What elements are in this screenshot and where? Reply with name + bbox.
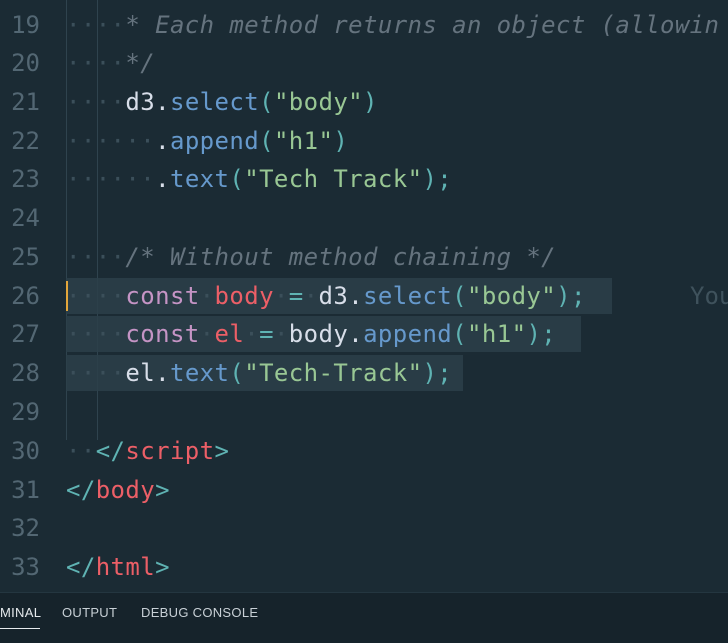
- code-line-27[interactable]: 27 ····const·el·=·body.append("h1");: [0, 315, 728, 353]
- line-number: 32: [11, 514, 40, 542]
- line-number: 28: [11, 359, 40, 387]
- comment-text: /* Without method chaining */: [125, 243, 557, 271]
- line-number: 25: [11, 243, 40, 271]
- code-token: .: [155, 88, 170, 116]
- code-editor[interactable]: 19 ····* Each method returns an object (…: [0, 0, 728, 592]
- code-token: body: [95, 476, 156, 504]
- code-token: body: [288, 320, 349, 348]
- line-number: 19: [11, 11, 40, 39]
- code-token: >: [155, 553, 170, 581]
- code-token: html: [95, 553, 156, 581]
- code-line-33[interactable]: 33 </html>: [0, 548, 728, 586]
- code-line-21[interactable]: 21 ····d3.select("body"): [0, 83, 728, 121]
- code-token: (: [259, 127, 274, 155]
- code-token: .: [348, 320, 364, 348]
- code-token: body: [214, 282, 274, 310]
- code-token: append: [363, 320, 453, 348]
- code-token: d3: [318, 282, 349, 310]
- line-number: 24: [11, 204, 40, 232]
- code-token: );: [422, 165, 453, 193]
- code-token: select: [169, 88, 260, 116]
- code-token: "Tech-Track": [244, 359, 423, 387]
- code-line-28[interactable]: 28 ····el.text("Tech-Track");: [0, 354, 728, 392]
- code-token: ): [363, 88, 378, 116]
- code-line-26[interactable]: 26 ····const·body·=·d3.select("body"); Y…: [0, 277, 728, 315]
- code-token: .: [155, 127, 170, 155]
- code-token: (: [229, 165, 245, 193]
- comment-text: */: [125, 49, 156, 77]
- code-token: </: [66, 476, 96, 504]
- code-line-32[interactable]: 32: [0, 509, 728, 547]
- code-line-22[interactable]: 22 ······.append("h1"): [0, 122, 728, 160]
- code-token: </: [95, 437, 126, 465]
- code-token: script: [125, 437, 215, 465]
- line-number: 23: [11, 165, 40, 193]
- line-number: 20: [11, 49, 40, 77]
- code-line-19[interactable]: 19 ····* Each method returns an object (…: [0, 6, 728, 44]
- line-number: 27: [11, 320, 40, 348]
- line-number: 29: [11, 398, 40, 426]
- code-token: ): [333, 127, 349, 155]
- code-token: "h1": [273, 127, 334, 155]
- code-token: </: [66, 553, 96, 581]
- code-token: text: [169, 359, 230, 387]
- code-token: );: [422, 359, 453, 387]
- code-token: append: [169, 127, 260, 155]
- code-token: "h1": [467, 320, 527, 348]
- code-token: "Tech Track": [244, 165, 423, 193]
- tab-debug-console[interactable]: DEBUG CONSOLE: [141, 605, 258, 620]
- code-token: );: [526, 320, 557, 348]
- code-line-25[interactable]: 25 ····/* Without method chaining */: [0, 238, 728, 276]
- code-token: .: [348, 282, 364, 310]
- line-number: 33: [11, 553, 40, 581]
- code-token: =: [288, 282, 304, 310]
- code-token: >: [214, 437, 230, 465]
- tab-output[interactable]: OUTPUT: [62, 605, 117, 620]
- line-number: 31: [11, 476, 40, 504]
- code-token: =: [259, 320, 274, 348]
- code-token: .: [155, 165, 170, 193]
- bottom-panel: MINAL OUTPUT DEBUG CONSOLE: [0, 592, 728, 643]
- code-token: .: [155, 359, 170, 387]
- code-line-20[interactable]: 20 ····*/: [0, 44, 728, 82]
- code-line-29[interactable]: 29: [0, 393, 728, 431]
- line-number: 21: [11, 88, 40, 116]
- code-token: );: [556, 282, 586, 310]
- line-number: 26: [11, 282, 40, 310]
- inline-blame-text: You: [690, 282, 728, 310]
- code-token: select: [363, 282, 453, 310]
- code-token: el: [214, 320, 245, 348]
- line-number: 22: [11, 127, 40, 155]
- code-line-23[interactable]: 23 ······.text("Tech Track");: [0, 160, 728, 198]
- code-line-30[interactable]: 30 ··</script>: [0, 432, 728, 470]
- code-token: d3: [125, 88, 156, 116]
- code-token: >: [155, 476, 170, 504]
- code-token: "body": [467, 282, 557, 310]
- code-line-24[interactable]: 24: [0, 199, 728, 237]
- code-token: "body": [273, 88, 364, 116]
- code-token: (: [452, 282, 468, 310]
- comment-text: * Each method returns an object (allowin: [125, 11, 720, 39]
- tab-terminal[interactable]: MINAL: [0, 605, 41, 620]
- code-token: const: [125, 282, 200, 310]
- code-token: const: [125, 320, 200, 348]
- code-line-31[interactable]: 31 </body>: [0, 471, 728, 509]
- code-token: text: [169, 165, 230, 193]
- code-token: (: [452, 320, 468, 348]
- active-tab-indicator: [0, 628, 40, 629]
- code-token: el: [125, 359, 156, 387]
- code-token: (: [229, 359, 245, 387]
- line-number: 30: [11, 437, 40, 465]
- code-token: (: [259, 88, 274, 116]
